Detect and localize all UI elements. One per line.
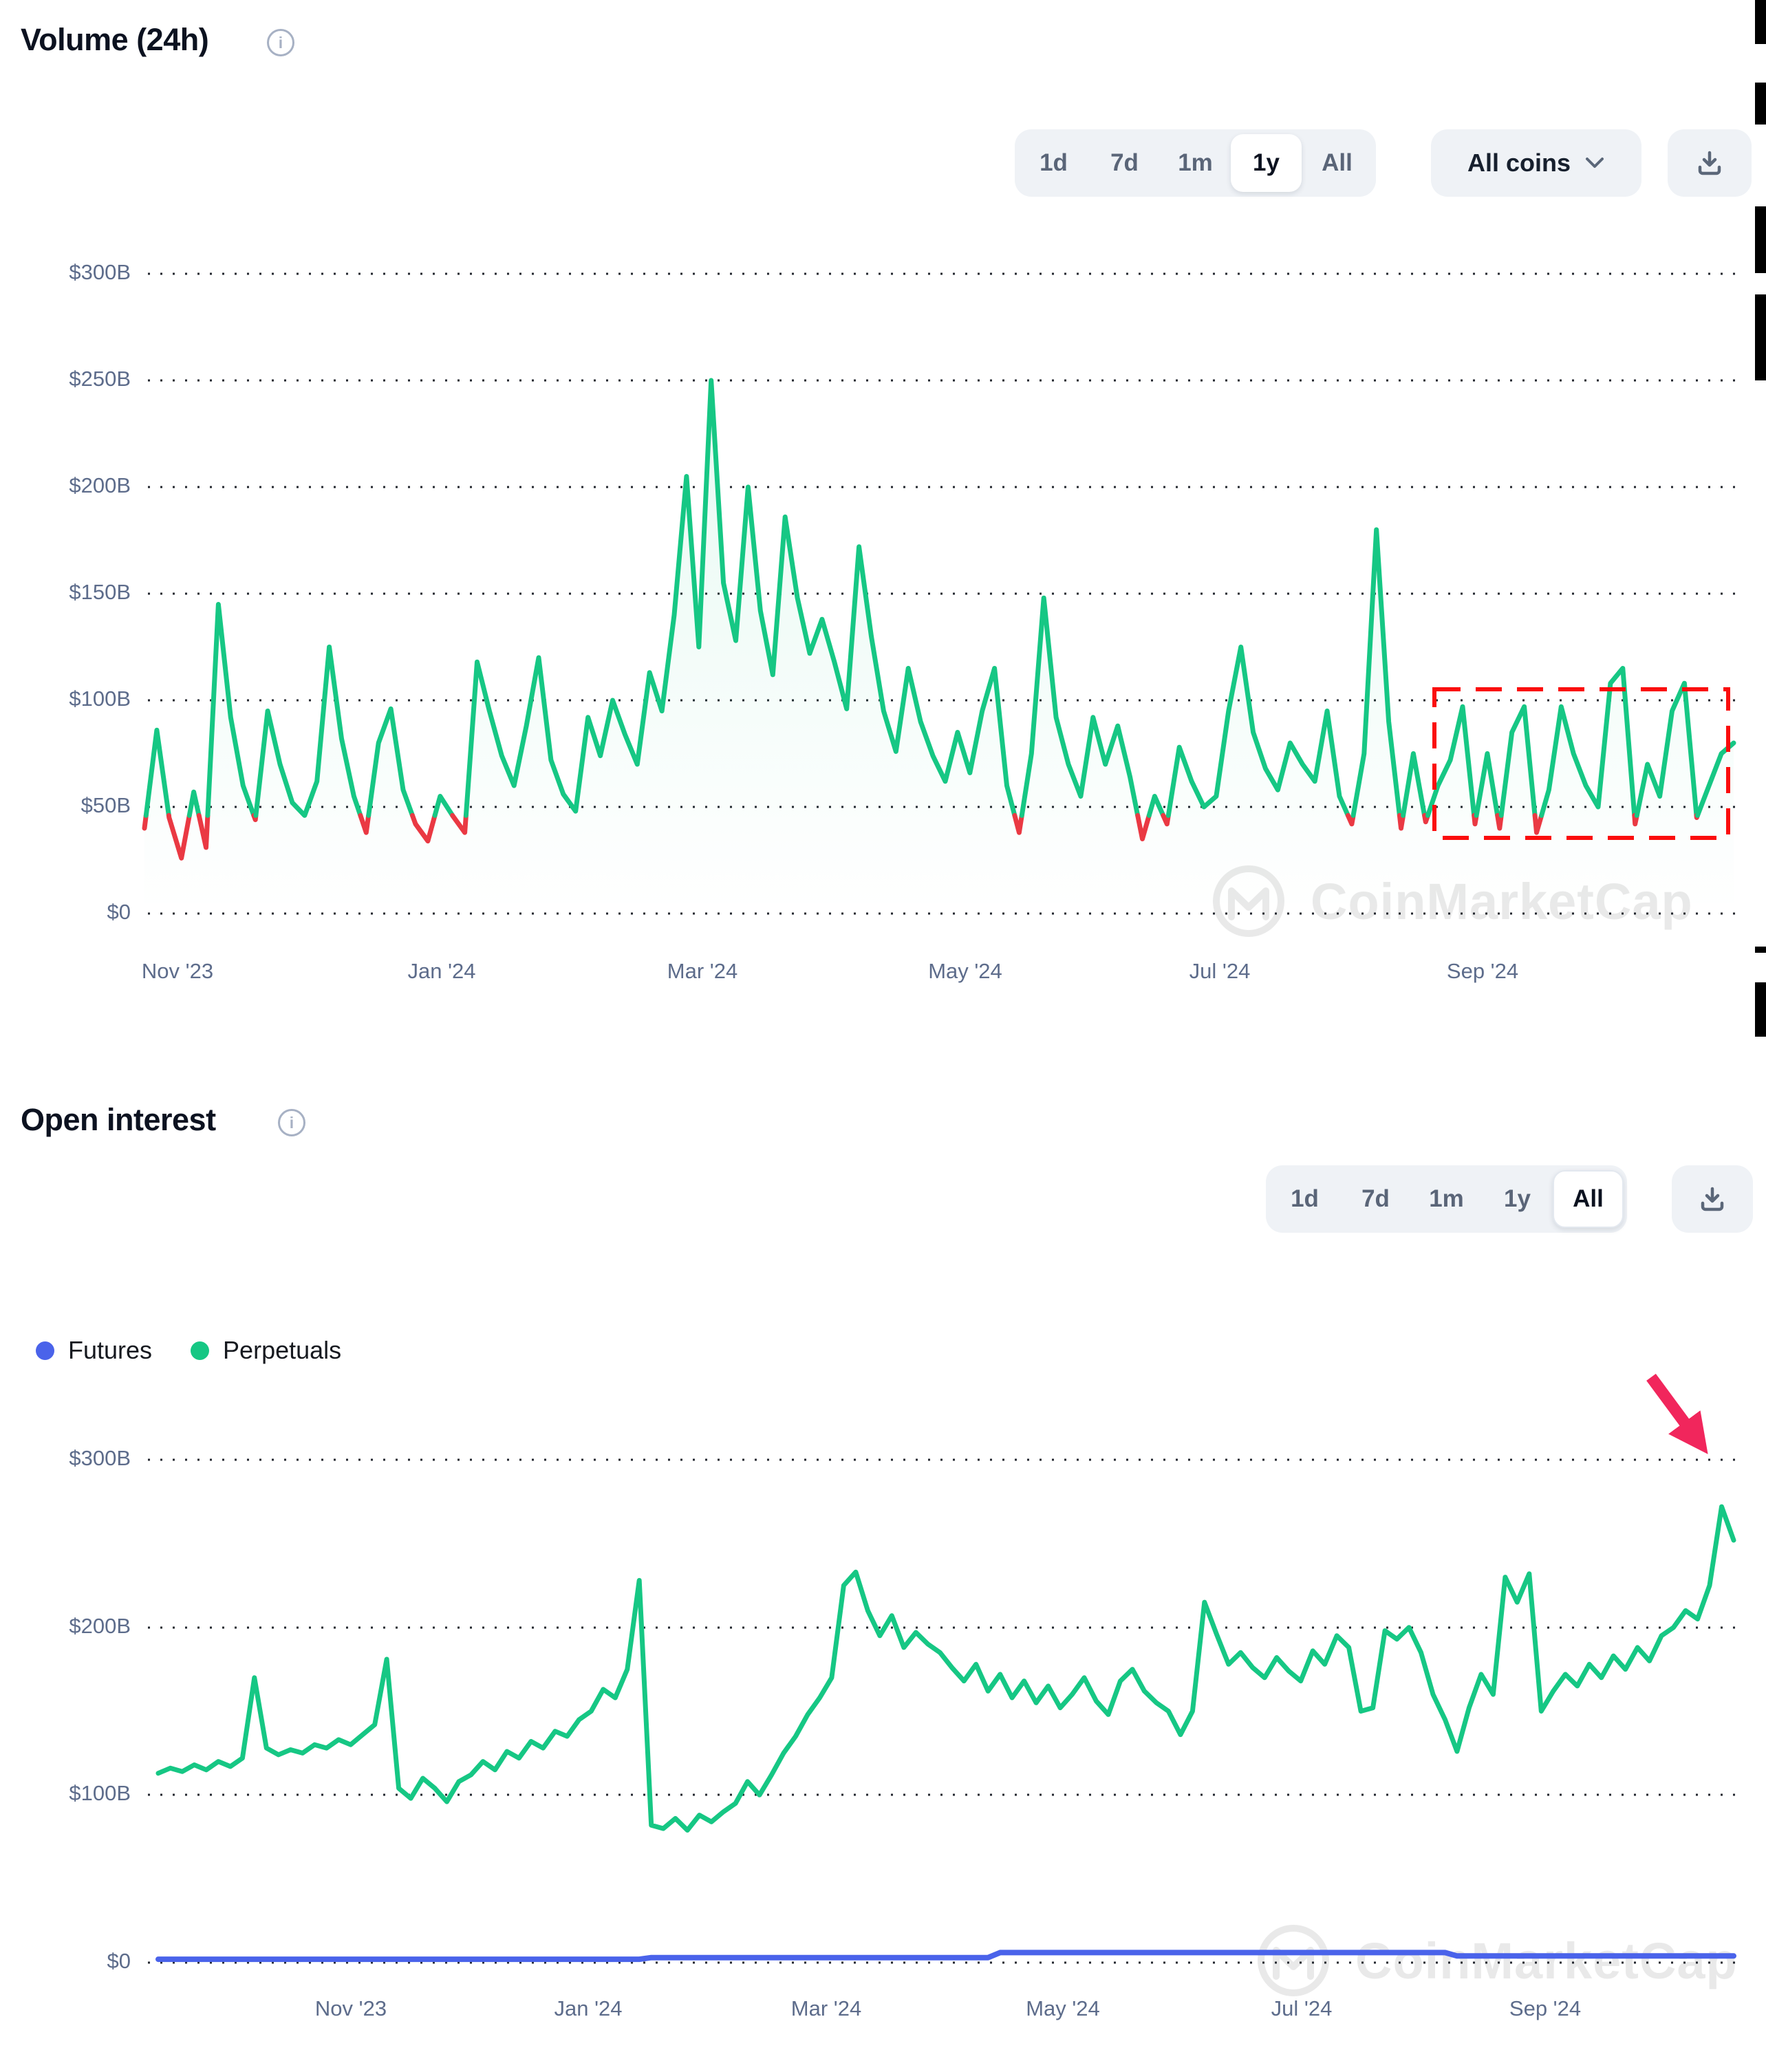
volume-range-1d[interactable]: 1d [1018,134,1089,192]
x-tick-label: Nov '23 [102,959,253,984]
futures-dot-icon [36,1341,54,1360]
download-icon [1697,1184,1727,1214]
y-tick-label: $200B [0,1614,131,1639]
svg-text:CoinMarketCap: CoinMarketCap [1311,873,1693,930]
charts-canvas: CoinMarketCap CoinMarketCap [0,0,1766,2072]
legend-label: Futures [68,1336,152,1365]
y-tick-label: $0 [0,900,131,925]
download-icon [1694,148,1725,178]
arrow-annotation [1651,1377,1694,1435]
x-tick-label: Jan '24 [513,1996,664,2021]
y-tick-label: $50B [0,793,131,818]
volume-download-button[interactable] [1668,129,1752,197]
chevron-down-icon [1584,156,1605,170]
volume-range-7d[interactable]: 7d [1089,134,1160,192]
coin-filter-dropdown[interactable]: All coins [1431,129,1641,197]
x-tick-label: Jan '24 [366,959,517,984]
y-tick-label: $0 [0,1949,131,1974]
coinmarketcap-watermark: CoinMarketCap [1216,869,1693,934]
oi-range-1d[interactable]: 1d [1269,1170,1340,1228]
y-tick-label: $200B [0,473,131,498]
open-interest-title: Open interest [21,1102,216,1138]
futures-line [158,1952,1734,1959]
legend-item-perpetuals[interactable]: Perpetuals [191,1336,341,1365]
screenshot-artifact-bars [1755,0,1766,1037]
coinmarketcap-derivatives-page: Volume (24h) i 1d7d1m1yAll All coins $30… [0,0,1766,2072]
x-tick-label: Nov '23 [275,1996,427,2021]
volume-range-1y[interactable]: 1y [1231,134,1302,192]
volume-range-1m[interactable]: 1m [1160,134,1231,192]
y-tick-label: $300B [0,260,131,285]
oi-range-all[interactable]: All [1553,1170,1624,1228]
x-tick-label: May '24 [890,959,1041,984]
oi-range-1y[interactable]: 1y [1482,1170,1553,1228]
info-icon[interactable]: i [267,29,294,56]
oi-range-1m[interactable]: 1m [1411,1170,1482,1228]
oi-range-7d[interactable]: 7d [1340,1170,1411,1228]
y-tick-label: $100B [0,1781,131,1806]
x-tick-label: Mar '24 [627,959,778,984]
x-tick-label: Sep '24 [1407,959,1558,984]
x-tick-label: Sep '24 [1469,1996,1621,2021]
volume-range-selector: 1d7d1m1yAll [1015,129,1376,197]
highlight-dashed-box [1434,689,1728,838]
coinmarketcap-watermark: CoinMarketCap [1261,1928,1738,1993]
x-tick-label: Jul '24 [1144,959,1295,984]
perpetuals-dot-icon [191,1341,209,1360]
x-tick-label: Mar '24 [751,1996,902,2021]
volume-range-all[interactable]: All [1302,134,1372,192]
x-tick-label: Jul '24 [1226,1996,1377,2021]
y-tick-label: $300B [0,1446,131,1471]
volume-line-series [144,380,1734,914]
legend-label: Perpetuals [223,1336,341,1365]
legend-item-futures[interactable]: Futures [36,1336,152,1365]
info-icon[interactable]: i [278,1109,305,1136]
y-tick-label: $150B [0,580,131,605]
volume-title: Volume (24h) [21,22,208,58]
x-tick-label: May '24 [987,1996,1139,2021]
svg-text:CoinMarketCap: CoinMarketCap [1355,1932,1738,1989]
y-tick-label: $250B [0,367,131,391]
perpetuals-line [158,1507,1734,1830]
open-interest-download-button[interactable] [1672,1165,1753,1233]
open-interest-range-selector: 1d7d1m1yAll [1266,1165,1627,1233]
open-interest-legend: Futures Perpetuals [36,1336,341,1365]
coin-filter-label: All coins [1467,149,1571,177]
y-tick-label: $100B [0,687,131,711]
